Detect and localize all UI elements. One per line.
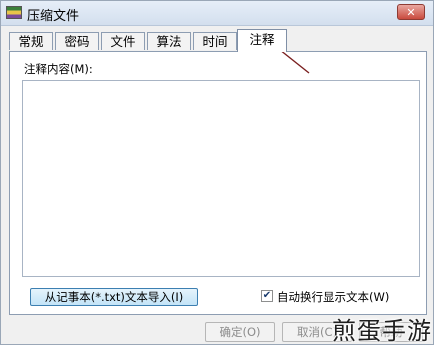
window-title: 压缩文件 <box>27 9 80 24</box>
tab-password[interactable]: 密码 <box>55 32 99 50</box>
tab-files[interactable]: 文件 <box>101 32 145 50</box>
word-wrap-checkbox[interactable]: ✔ <box>261 290 273 302</box>
tab-algorithm[interactable]: 算法 <box>147 32 191 50</box>
tab-time[interactable]: 时间 <box>193 32 237 50</box>
word-wrap-label[interactable]: 自动换行显示文本(W) <box>277 289 389 305</box>
tab-comment[interactable]: 注释 <box>237 29 287 52</box>
compress-file-dialog: 压缩文件 ✕ 常规 密码 文件 算法 时间 注释 注释内容(M): 从记事本(*… <box>0 0 434 345</box>
title-bar[interactable]: 压缩文件 ✕ <box>1 1 433 26</box>
comment-content-label: 注释内容(M): <box>24 62 93 76</box>
archive-app-icon <box>6 6 22 19</box>
watermark-text: 煎蛋手游 <box>332 317 432 345</box>
comment-tab-panel: 注释内容(M): 从记事本(*.txt)文本导入(I) ✔ 自动换行显示文本(W… <box>9 51 427 315</box>
import-from-notepad-button[interactable]: 从记事本(*.txt)文本导入(I) <box>30 288 198 306</box>
close-button[interactable]: ✕ <box>397 4 425 20</box>
tab-general[interactable]: 常规 <box>9 32 53 50</box>
ok-button[interactable]: 确定(O) <box>205 322 275 342</box>
comment-textarea[interactable] <box>22 80 420 277</box>
